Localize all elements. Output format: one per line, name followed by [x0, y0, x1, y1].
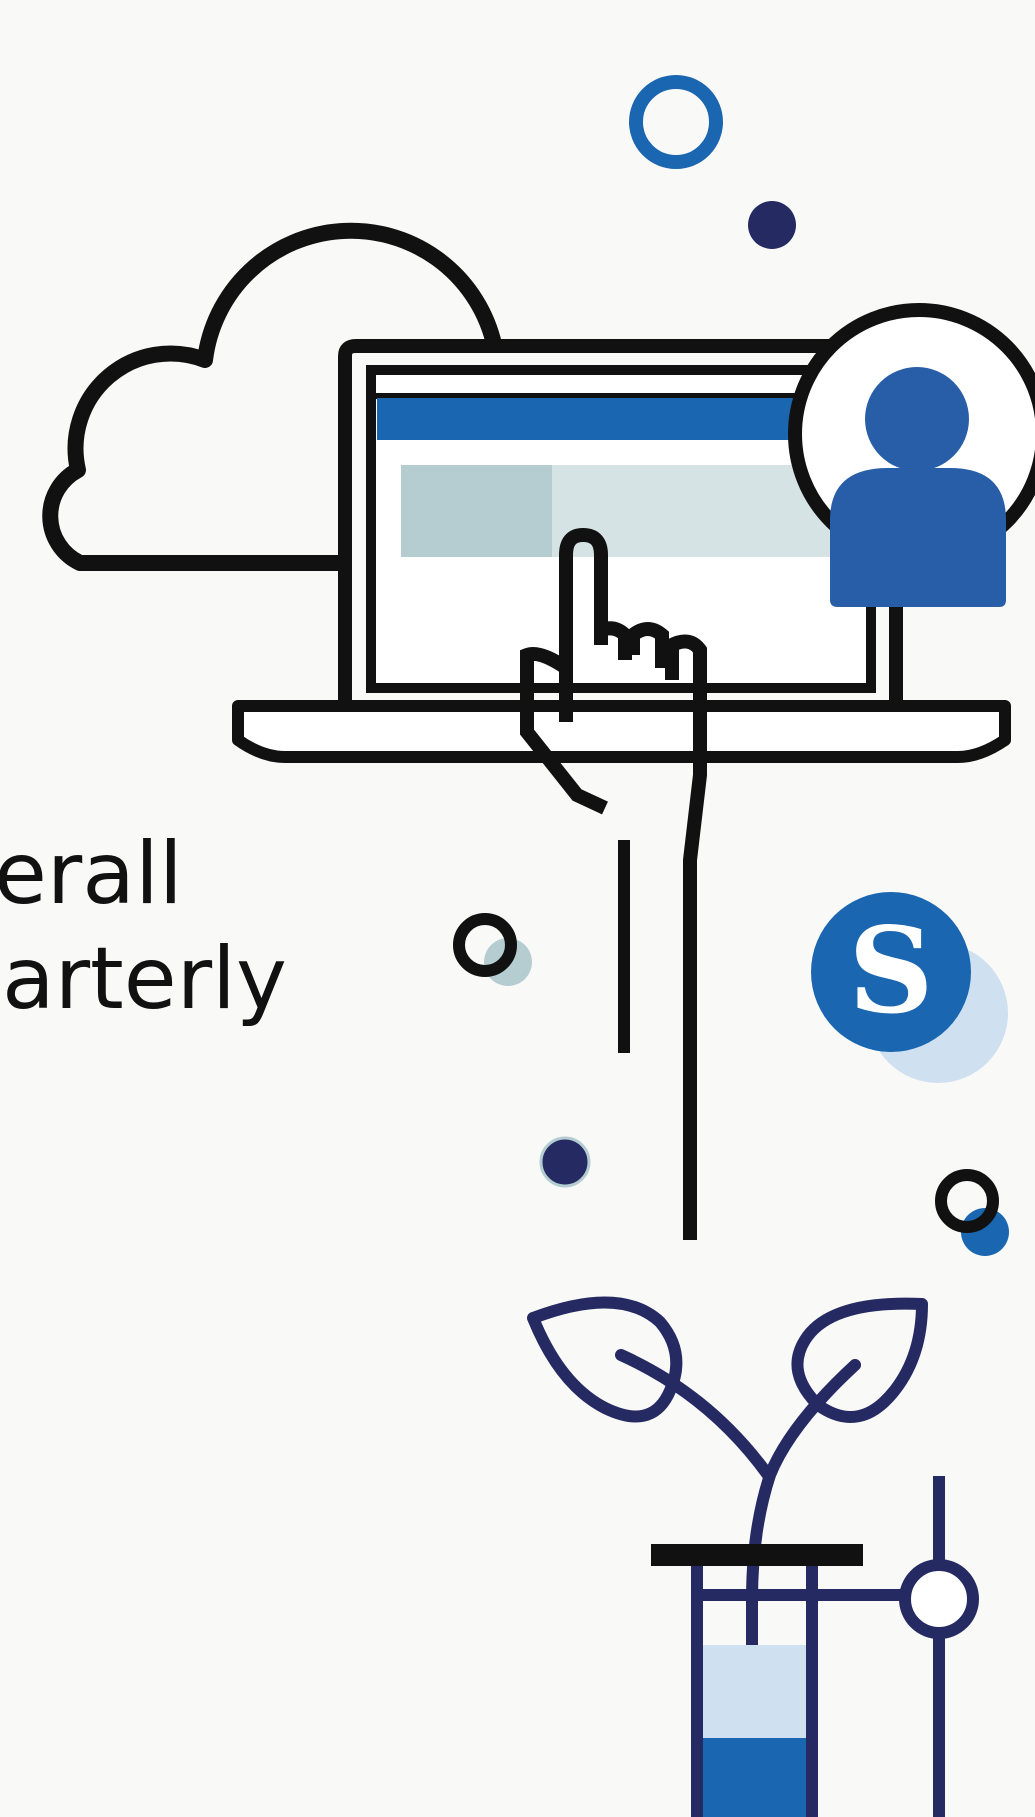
caption-line-1: erall	[0, 824, 183, 924]
navy-dot-lower	[539, 1136, 591, 1188]
ring-dot-pair-right	[935, 1169, 1009, 1256]
test-tube-rack-icon	[651, 1476, 979, 1817]
screen-content-block-dark	[401, 465, 552, 557]
tube-liquid-dark	[700, 1738, 810, 1817]
user-avatar-icon	[788, 303, 1035, 607]
s-logo-letter: S	[848, 901, 933, 1040]
rack-top-bar	[651, 1544, 863, 1566]
left-leaf	[527, 1296, 683, 1423]
illustration-scene: erall arterly S	[0, 75, 1035, 1817]
caption-line-2: arterly	[2, 929, 287, 1029]
navy-dot	[748, 201, 796, 249]
rack-clamp-ring	[899, 1559, 979, 1639]
s-logo-icon: S	[811, 892, 1008, 1083]
laptop-base	[232, 700, 1011, 763]
ring-dot-pair-left	[453, 913, 532, 986]
blue-ring-dot	[629, 75, 723, 169]
